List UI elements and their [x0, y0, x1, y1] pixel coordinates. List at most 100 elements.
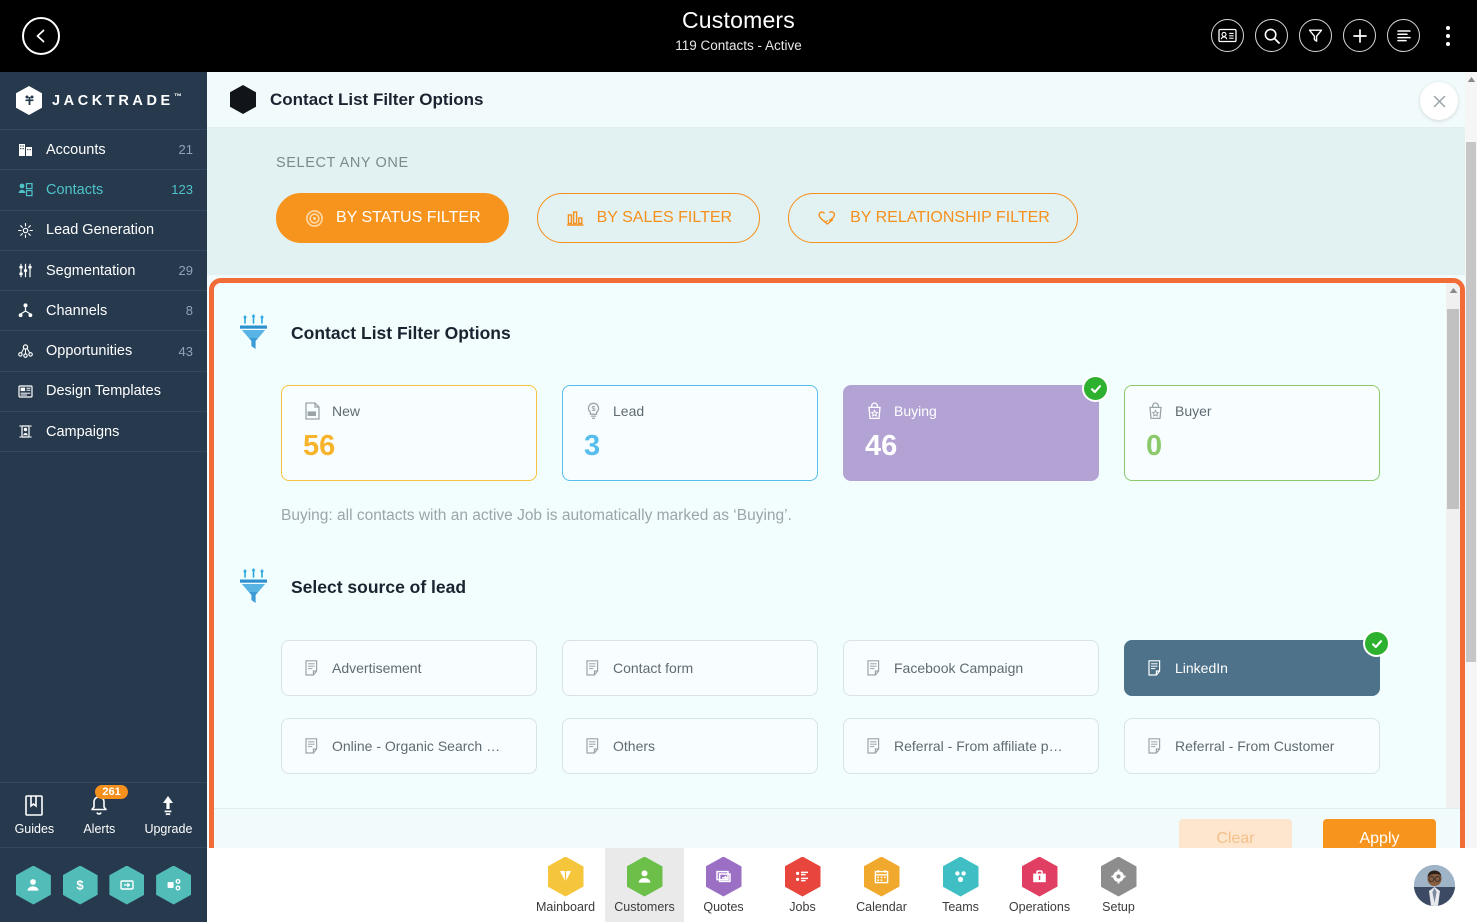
sidebar-item-label: Segmentation	[46, 262, 136, 279]
app-root: Customers 119 Contacts - Active JACKTRAD…	[0, 0, 1477, 922]
bottom-nav-label: Mainboard	[535, 899, 596, 914]
alerts-label: Alerts	[83, 822, 116, 836]
dollar-hex-icon: $	[77, 877, 85, 892]
sidebar-item-segmentation[interactable]: Segmentation 29	[0, 251, 207, 292]
source-row-2: Online - Organic Search … Others Referra…	[214, 696, 1460, 774]
page-scroll-up-arrow-icon[interactable]	[1465, 72, 1477, 86]
jacktrade-hex-icon	[16, 86, 42, 115]
sidebar-item-opportunities[interactable]: Opportunities 43	[0, 331, 207, 372]
source-card-referral-affiliate[interactable]: Referral - From affiliate p…	[843, 718, 1099, 774]
source-card-label: Referral - From affiliate p…	[894, 738, 1063, 754]
status-card-lead[interactable]: $ Lead 3	[562, 385, 818, 481]
workflow-hex-button[interactable]	[156, 865, 192, 905]
source-card-label: Others	[613, 738, 656, 754]
source-card-online-organic-search[interactable]: Online - Organic Search …	[281, 718, 537, 774]
sidebar-item-accounts[interactable]: Accounts 21	[0, 130, 207, 171]
panel-scrollbar[interactable]	[1446, 283, 1460, 808]
bottom-nav-mainboard[interactable]: Mainboard	[526, 848, 605, 922]
alerts-button[interactable]: 261 Alerts	[83, 785, 128, 836]
status-card-top: Buyer	[1146, 401, 1379, 421]
sidebar: JACKTRADE™ Accounts 21 Contacts 123 Lead…	[0, 72, 207, 922]
filter-tabs: BY STATUS FILTER BY SALES FILTER BY RELA…	[276, 193, 1477, 243]
status-card-label: New	[332, 403, 361, 419]
campaign-icon	[16, 422, 35, 441]
sidebar-quick-actions: $	[0, 848, 207, 922]
status-card-buyer[interactable]: Buyer 0	[1124, 385, 1380, 481]
lead-bulb-icon: $	[587, 402, 600, 419]
setup-icon	[1100, 856, 1137, 897]
person-hex-button[interactable]	[15, 865, 51, 905]
selected-check-badge	[1363, 630, 1390, 657]
page-scrollbar[interactable]	[1465, 72, 1477, 850]
filter-button[interactable]	[1299, 19, 1332, 52]
user-avatar[interactable]	[1414, 865, 1455, 906]
status-card-top: $ Lead	[584, 401, 817, 421]
source-card-others[interactable]: Others	[562, 718, 818, 774]
bottom-nav: Mainboard Customers Quotes Jobs Calendar	[207, 848, 1477, 922]
source-card-linkedin[interactable]: LinkedIn	[1124, 630, 1390, 696]
source-card-contact-form[interactable]: Contact form	[562, 640, 818, 696]
note-icon	[586, 660, 599, 676]
tab-by-status-filter[interactable]: BY STATUS FILTER	[276, 193, 509, 243]
sidebar-utility-bar: Guides 261 Alerts Upgrade	[0, 782, 207, 848]
note-icon	[305, 660, 318, 676]
sidebar-item-campaigns[interactable]: Campaigns	[0, 412, 207, 453]
check-icon	[1371, 639, 1382, 648]
sidebar-item-contacts[interactable]: Contacts 123	[0, 170, 207, 211]
bottom-nav-label: Teams	[942, 899, 979, 914]
sidebar-item-design-templates[interactable]: Design Templates	[0, 372, 207, 413]
trademark-mark: ™	[173, 92, 182, 102]
upgrade-button[interactable]: Upgrade	[144, 794, 192, 836]
source-card-advertisement[interactable]: Advertisement	[281, 640, 537, 696]
search-button[interactable]	[1255, 19, 1288, 52]
contact-card-button[interactable]	[1211, 19, 1244, 52]
bottom-nav-jobs[interactable]: Jobs	[763, 848, 842, 922]
bottom-nav-teams[interactable]: Teams	[921, 848, 1000, 922]
bottom-nav-quotes[interactable]: Quotes	[684, 848, 763, 922]
status-card-new[interactable]: New 56	[281, 385, 537, 481]
opportunity-icon	[16, 342, 35, 361]
page-scrollbar-thumb[interactable]	[1466, 142, 1476, 662]
payment-hex-button[interactable]	[109, 865, 145, 905]
more-options-icon	[1446, 25, 1450, 30]
bottom-nav-label: Operations	[1008, 899, 1071, 914]
filter-type-selector: SELECT ANY ONE BY STATUS FILTER BY SALES…	[207, 128, 1477, 275]
workflow-hex-icon	[167, 878, 181, 891]
bottom-nav-label: Calendar	[856, 899, 907, 914]
status-card-value: 46	[865, 430, 898, 462]
bottom-nav-operations[interactable]: Operations	[1000, 848, 1079, 922]
segment-icon	[16, 261, 35, 280]
tab-label: BY STATUS FILTER	[336, 209, 481, 226]
tab-by-sales-filter[interactable]: BY SALES FILTER	[536, 193, 761, 243]
panel-scrollbar-thumb[interactable]	[1447, 309, 1459, 509]
status-card-value: 56	[303, 430, 336, 462]
bottom-nav-setup[interactable]: Setup	[1079, 848, 1158, 922]
status-card-buying[interactable]: Buying 46	[843, 375, 1109, 481]
sidebar-item-count: 123	[171, 182, 193, 198]
brand-logo[interactable]: JACKTRADE™	[0, 72, 207, 130]
sidebar-item-label: Opportunities	[46, 343, 133, 360]
note-icon	[1148, 660, 1161, 676]
bottom-nav-label: Quotes	[703, 899, 744, 914]
add-button[interactable]	[1343, 19, 1376, 52]
source-card-facebook-campaign[interactable]: Facebook Campaign	[843, 640, 1099, 696]
status-card-label: Lead	[613, 403, 645, 419]
filter-funnel-icon	[1308, 29, 1323, 42]
bottom-nav-customers[interactable]: Customers	[605, 848, 684, 922]
note-icon	[867, 738, 880, 754]
dollar-hex-button[interactable]: $	[62, 865, 98, 905]
bar-chart-icon	[566, 210, 584, 226]
sidebar-item-channels[interactable]: Channels 8	[0, 291, 207, 332]
bottom-nav-calendar[interactable]: Calendar	[842, 848, 921, 922]
list-view-button[interactable]	[1387, 19, 1420, 52]
more-options-button[interactable]	[1435, 19, 1461, 52]
source-card-referral-customer[interactable]: Referral - From Customer	[1124, 718, 1380, 774]
mainboard-icon	[547, 856, 584, 897]
guides-button[interactable]: Guides	[15, 794, 54, 836]
upload-arrow-icon	[163, 796, 174, 816]
sidebar-item-lead-generation[interactable]: Lead Generation	[0, 211, 207, 251]
upgrade-label: Upgrade	[144, 822, 193, 836]
tab-by-relationship-filter[interactable]: BY RELATIONSHIP FILTER	[788, 193, 1078, 243]
scroll-up-arrow-icon[interactable]	[1446, 283, 1460, 298]
close-button[interactable]	[1420, 82, 1458, 120]
